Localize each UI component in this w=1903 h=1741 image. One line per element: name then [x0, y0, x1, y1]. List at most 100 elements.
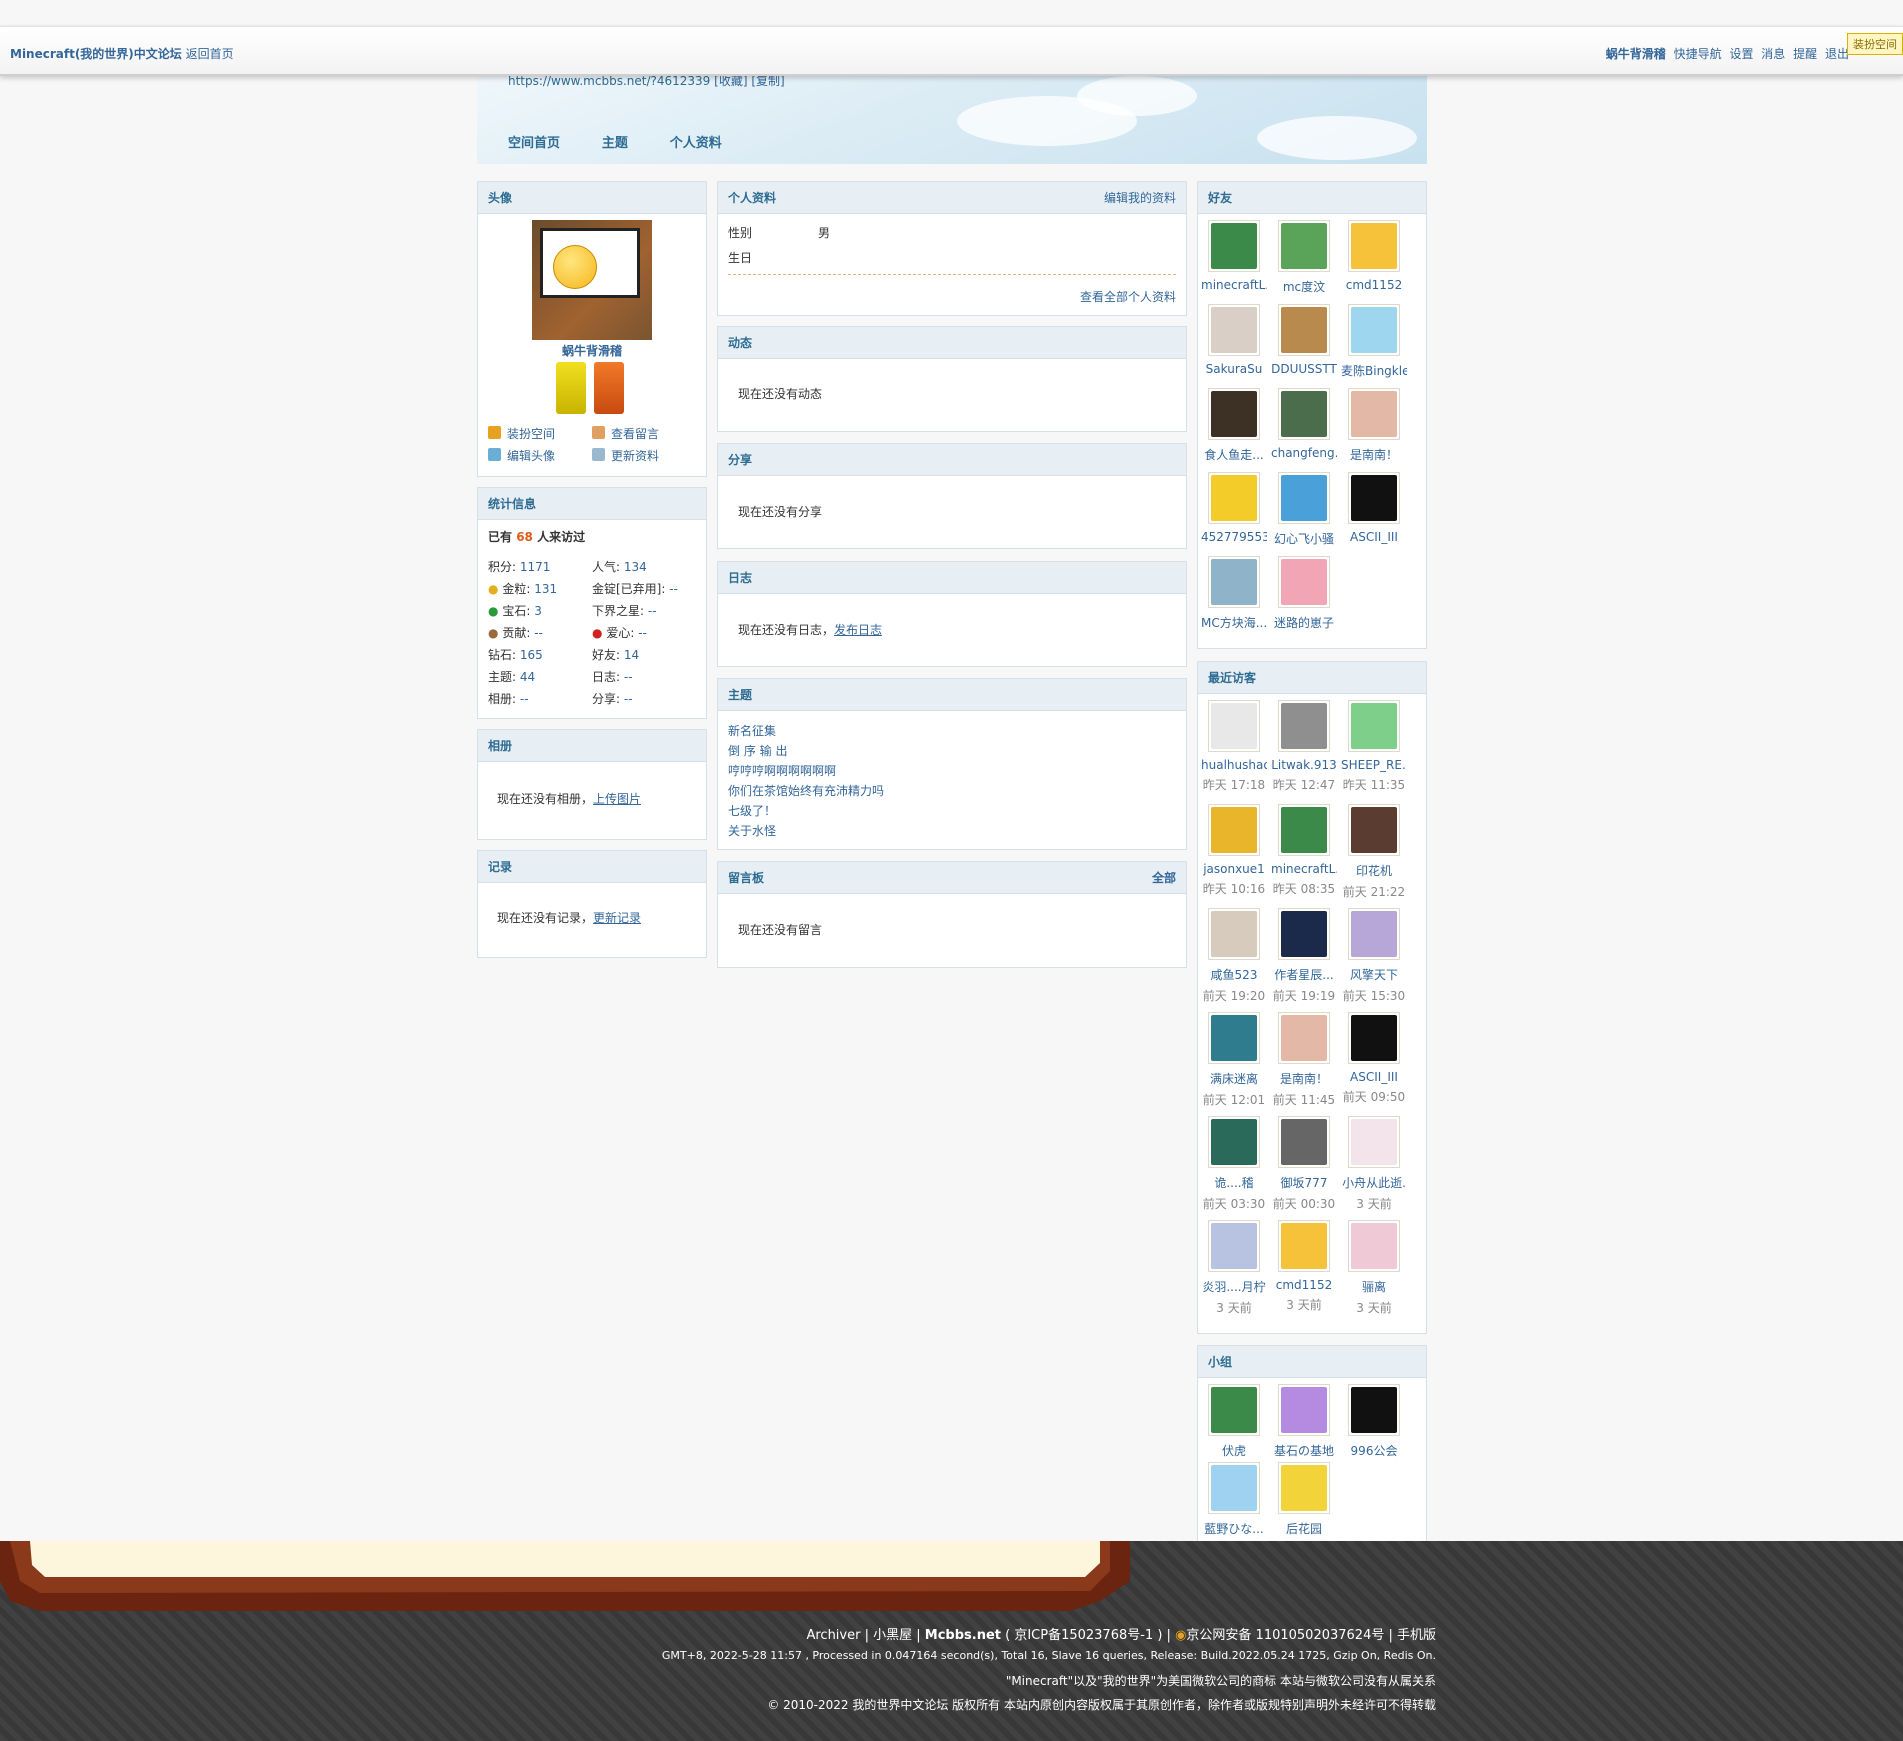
friend-tile[interactable]: 是南南！ — [1341, 388, 1407, 463]
member-name[interactable]: cmd1152 — [1341, 278, 1407, 292]
member-name[interactable]: 诡....稽 — [1201, 1174, 1267, 1191]
avatar[interactable] — [1348, 908, 1400, 960]
visitor-tile[interactable]: SHEEP_RE... 昨天 11:35 — [1341, 700, 1407, 793]
visitor-tile[interactable]: cmd1152 3 天前 — [1271, 1220, 1337, 1313]
member-name[interactable]: 后花园 — [1271, 1520, 1337, 1537]
member-name[interactable]: 食人鱼走... — [1201, 446, 1267, 463]
visitor-tile[interactable]: 诡....稽 前天 03:30 — [1201, 1116, 1267, 1212]
visitor-tile[interactable]: 骊离 3 天前 — [1341, 1220, 1407, 1316]
avatar[interactable] — [1348, 1012, 1400, 1064]
member-name[interactable]: 基石の基地 — [1271, 1442, 1337, 1459]
member-name[interactable]: MC方块海... — [1201, 614, 1267, 631]
footer-links[interactable]: Archiver | 小黑屋 | — [806, 1628, 920, 1643]
thread-item[interactable]: 倒 序 输 出 — [728, 741, 884, 761]
visitor-tile[interactable]: 风擎天下 前天 15:30 — [1341, 908, 1407, 1004]
avatar[interactable] — [1278, 804, 1330, 856]
upload-image-link[interactable]: 上传图片 — [593, 792, 641, 806]
member-name[interactable]: 452779553 — [1201, 530, 1267, 544]
visitor-tile[interactable]: minecraftL... 昨天 08:35 — [1271, 804, 1337, 897]
quick-nav-link[interactable]: 快捷导航 — [1674, 47, 1722, 61]
avatar[interactable] — [1278, 304, 1330, 356]
member-name[interactable]: 996公会 — [1341, 1442, 1407, 1459]
friend-tile[interactable]: 452779553 — [1201, 472, 1267, 544]
stat-value[interactable]: 14 — [624, 648, 639, 662]
pickaxe-medal-icon[interactable] — [556, 362, 586, 414]
copy-link[interactable]: [复制] — [751, 74, 784, 88]
member-name[interactable]: 骊离 — [1341, 1278, 1407, 1295]
member-name[interactable]: 伏虎 — [1201, 1442, 1267, 1459]
group-tile[interactable]: 伏虎 — [1201, 1384, 1267, 1459]
member-name[interactable]: 咸鱼523 — [1201, 966, 1267, 983]
update-profile-action[interactable]: 更新资料 — [592, 447, 659, 464]
friend-tile[interactable]: cmd1152 — [1341, 220, 1407, 292]
view-wall-action[interactable]: 查看留言 — [592, 425, 659, 442]
avatar[interactable] — [1348, 1384, 1400, 1436]
member-name[interactable]: 炎羽....月柠 — [1201, 1278, 1267, 1295]
member-name[interactable]: mc度汶 — [1271, 278, 1337, 295]
friend-tile[interactable]: 食人鱼走... — [1201, 388, 1267, 463]
member-name[interactable]: 风擎天下 — [1341, 966, 1407, 983]
member-name[interactable]: 幻心飞小骚 — [1271, 530, 1337, 547]
avatar[interactable] — [1208, 1384, 1260, 1436]
avatar[interactable] — [1208, 220, 1260, 272]
footer-icp[interactable]: ( 京ICP备15023768号-1 ) | — [1005, 1628, 1171, 1643]
visitor-tile[interactable]: 满床迷离 前天 12:01 — [1201, 1012, 1267, 1108]
avatar[interactable] — [1208, 472, 1260, 524]
avatar[interactable] — [1208, 804, 1260, 856]
avatar[interactable] — [1278, 556, 1330, 608]
favorite-link[interactable]: [收藏] — [714, 74, 747, 88]
friend-tile[interactable]: ASCII_III — [1341, 472, 1407, 544]
friend-tile[interactable]: DDUUSSTT — [1271, 304, 1337, 376]
member-name[interactable]: 是南南！ — [1341, 446, 1407, 463]
member-name[interactable]: 作者星辰... — [1271, 966, 1337, 983]
avatar[interactable] — [1208, 304, 1260, 356]
group-tile[interactable]: 996公会 — [1341, 1384, 1407, 1459]
avatar[interactable] — [1208, 1462, 1260, 1514]
member-name[interactable]: 印花机 — [1341, 862, 1407, 879]
dress-space-tab[interactable]: 装扮空间 — [1847, 33, 1903, 55]
visitor-tile[interactable]: Litwak.913 昨天 12:47 — [1271, 700, 1337, 793]
avatar[interactable] — [1348, 220, 1400, 272]
friend-tile[interactable]: 麦陈Bingkler — [1341, 304, 1407, 379]
avatar[interactable] — [1208, 388, 1260, 440]
back-home-link[interactable]: 返回首页 — [186, 47, 234, 61]
avatar[interactable] — [1208, 1220, 1260, 1272]
visitor-tile[interactable]: hualhushao 昨天 17:18 — [1201, 700, 1267, 793]
friend-tile[interactable]: MC方块海... — [1201, 556, 1267, 631]
avatar[interactable] — [1208, 700, 1260, 752]
group-tile[interactable]: 基石の基地 — [1271, 1384, 1337, 1459]
member-name[interactable]: 藍野ひな... — [1201, 1520, 1267, 1537]
member-name[interactable]: changfeng... — [1271, 446, 1337, 460]
avatar[interactable] — [1278, 472, 1330, 524]
avatar[interactable] — [1278, 388, 1330, 440]
footer-site[interactable]: Mcbbs.net — [925, 1628, 1001, 1643]
avatar[interactable] — [1278, 1384, 1330, 1436]
dress-space-action[interactable]: 装扮空间 — [488, 425, 555, 442]
thread-item[interactable]: 你们在茶馆始终有充沛精力吗 — [728, 781, 884, 801]
friend-tile[interactable]: changfeng... — [1271, 388, 1337, 460]
member-name[interactable]: SakuraSu — [1201, 362, 1267, 376]
visitor-tile[interactable]: jasonxue1 昨天 10:16 — [1201, 804, 1267, 897]
stat-value[interactable]: 44 — [520, 670, 535, 684]
group-tile[interactable]: 藍野ひな... — [1201, 1462, 1267, 1537]
avatar[interactable] — [1348, 700, 1400, 752]
visitor-tile[interactable]: 咸鱼523 前天 19:20 — [1201, 908, 1267, 1004]
avatar[interactable] — [1278, 1462, 1330, 1514]
avatar[interactable] — [1278, 1220, 1330, 1272]
username-link[interactable]: 蜗牛背滑稽 — [1606, 47, 1666, 61]
friend-tile[interactable]: mc度汶 — [1271, 220, 1337, 295]
avatar[interactable] — [1348, 472, 1400, 524]
member-name[interactable]: ASCII_III — [1341, 1070, 1407, 1084]
avatar[interactable] — [532, 220, 652, 340]
member-name[interactable]: 小舟从此逝. — [1341, 1174, 1407, 1191]
view-all-messages-link[interactable]: 全部 — [1152, 862, 1176, 894]
avatar[interactable] — [1348, 804, 1400, 856]
edit-avatar-action[interactable]: 编辑头像 — [488, 447, 555, 464]
visitor-tile[interactable]: 炎羽....月柠 3 天前 — [1201, 1220, 1267, 1316]
avatar[interactable] — [1278, 908, 1330, 960]
avatar[interactable] — [1348, 304, 1400, 356]
visitor-tile[interactable]: 御坂777 前天 00:30 — [1271, 1116, 1337, 1212]
member-name[interactable]: jasonxue1 — [1201, 862, 1267, 876]
edit-profile-link[interactable]: 编辑我的资料 — [1104, 182, 1176, 214]
member-name[interactable]: ASCII_III — [1341, 530, 1407, 544]
